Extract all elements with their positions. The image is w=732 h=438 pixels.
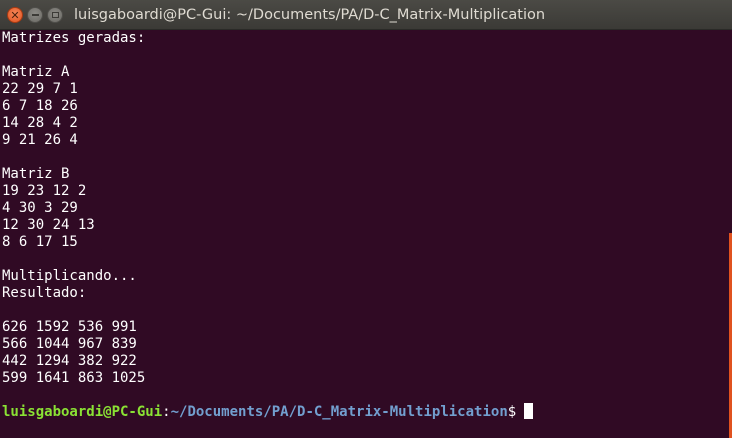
output-line: 19 23 12 2 xyxy=(2,183,87,199)
output-line: Matriz A xyxy=(2,64,70,80)
window-title: luisgaboardi@PC-Gui: ~/Documents/PA/D-C_… xyxy=(74,7,546,23)
output-line: Resultado: xyxy=(2,285,87,301)
terminal-window: ✕ luisgaboardi@PC-Gui: ~/Documents/PA/D-… xyxy=(0,0,732,438)
output-line: 8 6 17 15 xyxy=(2,234,78,250)
output-line: Matrizes geradas: xyxy=(2,30,146,46)
maximize-icon xyxy=(51,12,59,18)
minimize-button[interactable] xyxy=(27,7,43,23)
output-line: 566 1044 967 839 xyxy=(2,336,137,352)
terminal-output[interactable]: Matrizes geradas: Matriz A 22 29 7 1 6 7… xyxy=(0,30,732,438)
text-cursor xyxy=(524,403,534,419)
minimize-icon xyxy=(31,14,39,16)
maximize-button[interactable] xyxy=(47,7,63,23)
output-line: 22 29 7 1 xyxy=(2,81,78,97)
prompt-path: ~/Documents/PA/D-C_Matrix-Multiplication xyxy=(170,404,508,420)
output-line: 6 7 18 26 xyxy=(2,98,78,114)
prompt-line[interactable]: luisgaboardi@PC-Gui:~/Documents/PA/D-C_M… xyxy=(2,403,534,420)
output-line: Multiplicando... xyxy=(2,268,137,284)
output-line: 12 30 24 13 xyxy=(2,217,95,233)
output-line: Matriz B xyxy=(2,166,70,182)
output-line: 599 1641 863 1025 xyxy=(2,370,146,386)
title-bar[interactable]: ✕ luisgaboardi@PC-Gui: ~/Documents/PA/D-… xyxy=(0,0,732,30)
prompt-dollar: $ xyxy=(507,404,517,420)
output-line: 442 1294 382 922 xyxy=(2,353,137,369)
prompt-colon: : xyxy=(162,404,171,420)
output-line: 626 1592 536 991 xyxy=(2,319,137,335)
close-icon: ✕ xyxy=(10,8,20,22)
output-line: 4 30 3 29 xyxy=(2,200,78,216)
output-line: 14 28 4 2 xyxy=(2,115,78,131)
prompt-user-host: luisgaboardi@PC-Gui xyxy=(2,404,163,420)
close-button[interactable]: ✕ xyxy=(7,7,23,23)
output-line: 9 21 26 4 xyxy=(2,132,78,148)
